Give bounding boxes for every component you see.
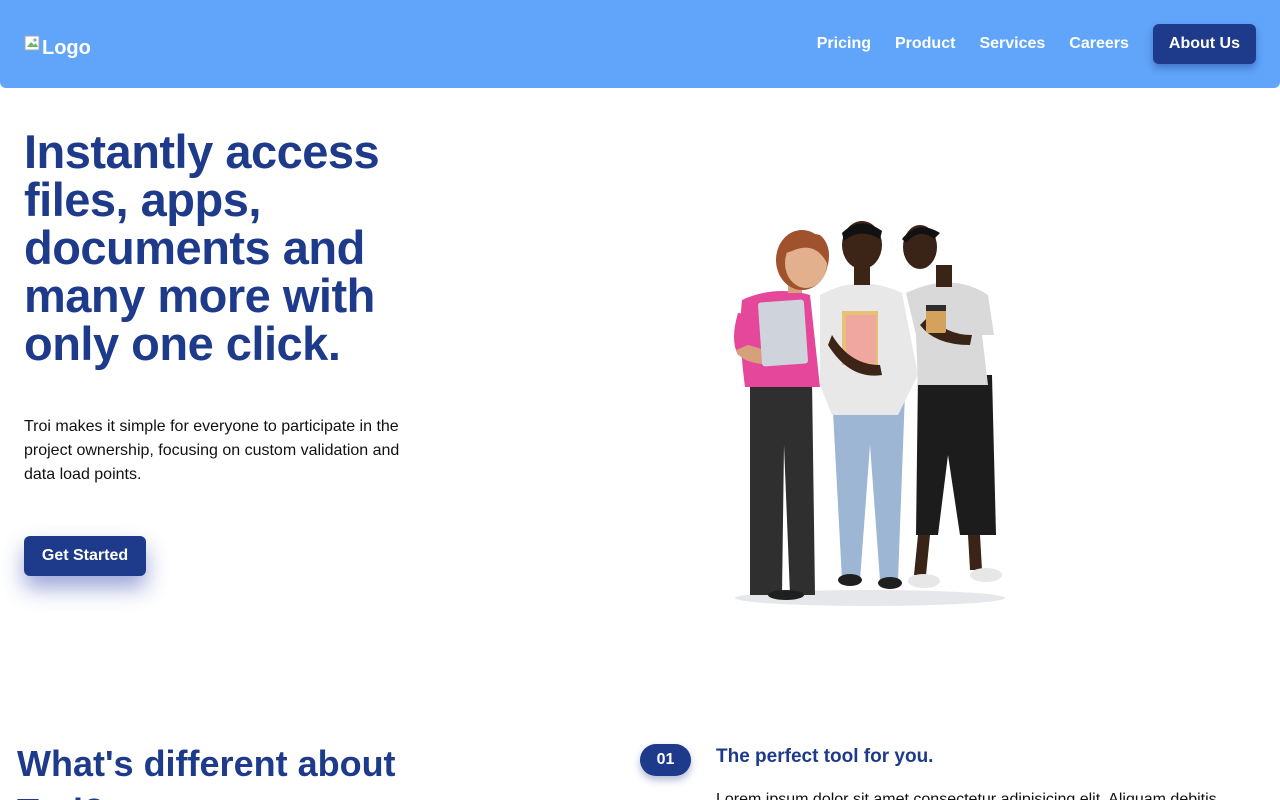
person-left <box>734 230 829 600</box>
get-started-button[interactable]: Get Started <box>24 536 146 576</box>
hero-description: Troi makes it simple for everyone to par… <box>24 418 400 483</box>
nav-pricing[interactable]: Pricing <box>817 24 871 64</box>
section-title: What's different about Troi? <box>17 743 396 800</box>
team-illustration <box>734 221 1005 606</box>
step-title: The perfect tool for you. <box>716 746 934 767</box>
logo[interactable]: Logo <box>24 35 91 61</box>
broken-image-icon <box>24 35 40 51</box>
site-header: Logo Pricing Product Services Careers Ab… <box>0 0 1280 88</box>
logo-alt-text: Logo <box>42 36 91 59</box>
about-us-button[interactable]: About Us <box>1152 24 1256 64</box>
nav-product[interactable]: Product <box>895 24 955 64</box>
step-description: Lorem ipsum dolor sit amet consectetur a… <box>716 791 1217 800</box>
nav-careers[interactable]: Careers <box>1069 24 1129 64</box>
main-nav: Pricing Product Services Careers About U… <box>793 24 1256 64</box>
person-right <box>902 225 1002 588</box>
person-middle <box>820 221 918 589</box>
step-number-badge: 01 <box>640 744 691 776</box>
hero-title: Instantly access files, apps, documents … <box>24 125 380 370</box>
nav-services[interactable]: Services <box>979 24 1045 64</box>
